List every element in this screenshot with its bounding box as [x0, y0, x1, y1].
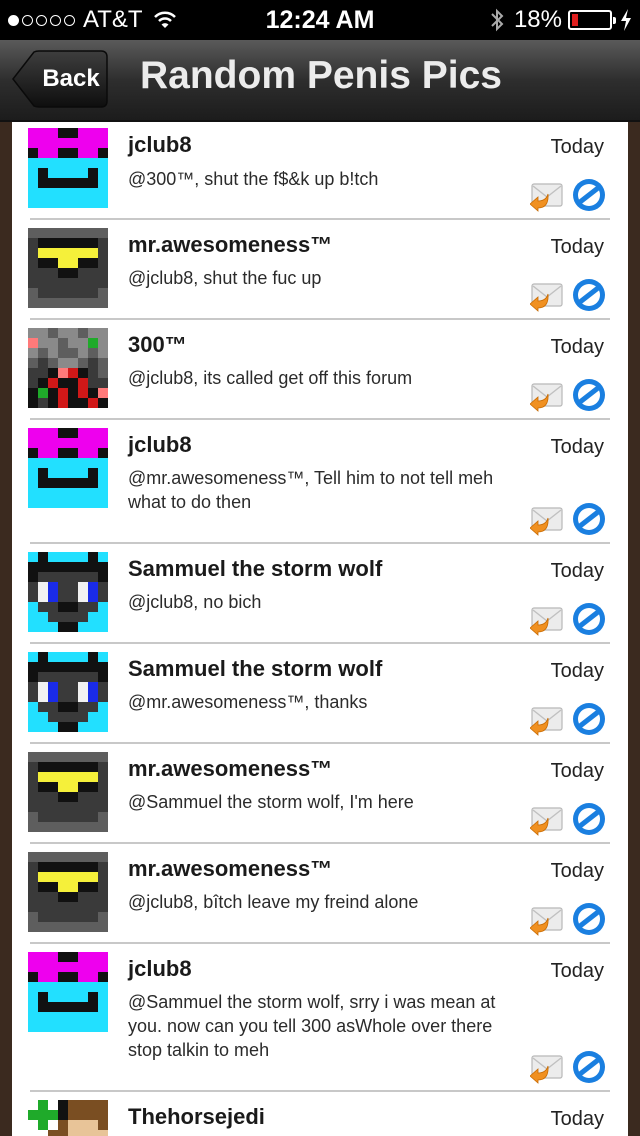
post-message: @Sammuel the storm wolf, srry i was mean…: [128, 992, 496, 1060]
post-row[interactable]: mr.awesomeness™ Today @jclub8, bîtch leave…: [12, 844, 628, 944]
background-edge-left: [0, 122, 12, 1136]
post-date: Today: [550, 960, 604, 982]
post-date: Today: [550, 336, 604, 358]
avatar[interactable]: [28, 752, 108, 832]
post-row[interactable]: mr.awesomeness™ Today @Sammuel the storm w…: [12, 744, 628, 844]
post-date: Today: [550, 436, 604, 458]
post-row[interactable]: Sammuel the storm wolf Today @mr.awesomene…: [12, 644, 628, 744]
post-row[interactable]: Sammuel the storm wolf Today @jclub8, no b…: [12, 544, 628, 644]
post-message: @jclub8, its called get off this forum: [128, 368, 413, 388]
background-edge-right: [628, 122, 640, 1136]
avatar[interactable]: [28, 428, 108, 508]
block-icon[interactable]: [572, 178, 606, 212]
post-date: Today: [550, 860, 604, 882]
bluetooth-icon: [491, 8, 504, 32]
reply-mail-icon[interactable]: [529, 382, 564, 412]
author-name[interactable]: mr.awesomeness™: [128, 856, 332, 882]
post-message: @jclub8, shut the fuc up: [128, 268, 322, 288]
post-message: @mr.awesomeness™, thanks: [128, 692, 368, 712]
avatar[interactable]: [28, 652, 108, 732]
avatar[interactable]: [28, 128, 108, 208]
post-date: Today: [550, 236, 604, 258]
post-message: @mr.awesomeness™, Tell him to not tell m…: [128, 468, 494, 512]
block-icon[interactable]: [572, 1050, 606, 1084]
reply-mail-icon[interactable]: [529, 706, 564, 736]
author-name[interactable]: Sammuel the storm wolf: [128, 556, 382, 582]
author-name[interactable]: 300™: [128, 332, 187, 358]
block-icon[interactable]: [572, 378, 606, 412]
avatar[interactable]: [28, 952, 108, 1032]
post-row[interactable]: jclub8 Today @mr.awesomeness™, Tell him to…: [12, 420, 628, 544]
post-row[interactable]: mr.awesomeness™ Today @jclub8, shut the fu…: [12, 220, 628, 320]
post-message: @jclub8, no bich: [128, 592, 262, 612]
author-name[interactable]: jclub8: [128, 432, 192, 458]
block-icon[interactable]: [572, 902, 606, 936]
post-message: @jclub8, bîtch leave my freind alone: [128, 892, 419, 912]
post-row[interactable]: 300™ Today @jclub8, its called get off thi…: [12, 320, 628, 420]
page-title: Random Penis Pics: [140, 54, 502, 97]
author-name[interactable]: Sammuel the storm wolf: [128, 656, 382, 682]
back-button-label: Back: [42, 65, 100, 92]
reply-mail-icon[interactable]: [529, 282, 564, 312]
post-date: Today: [550, 136, 604, 158]
avatar[interactable]: [28, 552, 108, 632]
reply-mail-icon[interactable]: [529, 906, 564, 936]
back-button[interactable]: Back: [12, 50, 108, 108]
block-icon[interactable]: [572, 502, 606, 536]
avatar[interactable]: [28, 852, 108, 932]
avatar[interactable]: [28, 328, 108, 408]
author-name[interactable]: mr.awesomeness™: [128, 232, 332, 258]
post-date: Today: [550, 760, 604, 782]
charging-icon: [621, 9, 631, 31]
block-icon[interactable]: [572, 702, 606, 736]
post-date: Today: [550, 660, 604, 682]
post-message: @300™, shut the f$&k up b!tch: [128, 169, 379, 189]
post-date: Today: [550, 1108, 604, 1130]
block-icon[interactable]: [572, 802, 606, 836]
post-list[interactable]: jclub8 Today @300™, shut the f$&k up b!tch…: [12, 122, 628, 1136]
navigation-bar: Back Random Penis Pics: [0, 40, 640, 122]
post-message: @Sammuel the storm wolf, I'm here: [128, 792, 414, 812]
reply-mail-icon[interactable]: [529, 806, 564, 836]
author-name[interactable]: Thehorsejedi: [128, 1104, 265, 1130]
reply-mail-icon[interactable]: [529, 1054, 564, 1084]
block-icon[interactable]: [572, 278, 606, 312]
author-name[interactable]: jclub8: [128, 132, 192, 158]
author-name[interactable]: mr.awesomeness™: [128, 756, 332, 782]
battery-percent: 18%: [513, 6, 562, 33]
block-icon[interactable]: [572, 602, 606, 636]
status-bar: AT&T 12:24 AM 18%: [0, 0, 640, 40]
avatar[interactable]: [28, 228, 108, 308]
post-row[interactable]: jclub8 Today @300™, shut the f$&k up b!tch: [12, 122, 628, 220]
post-date: Today: [550, 560, 604, 582]
reply-mail-icon[interactable]: [529, 506, 564, 536]
reply-mail-icon[interactable]: [529, 182, 564, 212]
avatar[interactable]: [28, 1100, 108, 1136]
post-row[interactable]: Thehorsejedi Today: [12, 1092, 628, 1136]
battery-icon: [568, 10, 616, 30]
reply-mail-icon[interactable]: [529, 606, 564, 636]
post-row[interactable]: jclub8 Today @Sammuel the storm wolf, srry…: [12, 944, 628, 1092]
author-name[interactable]: jclub8: [128, 956, 192, 982]
